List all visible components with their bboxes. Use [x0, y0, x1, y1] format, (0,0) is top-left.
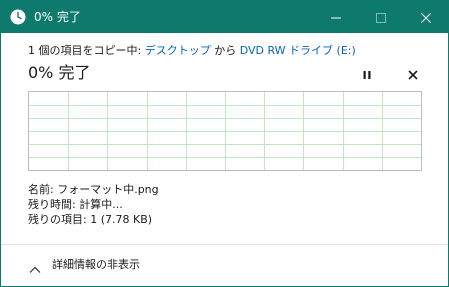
clock-icon	[9, 8, 27, 26]
name-label: 名前:	[28, 183, 58, 196]
close-icon	[420, 8, 431, 27]
transfer-speed-graph	[28, 91, 422, 171]
items-label: 残りの項目:	[28, 213, 91, 226]
copy-progress-window: 0% 完了 1 個の項目をコピー中: デスクトップ から DVD RW ドライブ…	[0, 0, 449, 287]
cancel-icon	[408, 65, 418, 84]
title-bar[interactable]: 0% 完了	[1, 1, 448, 33]
minimize-icon	[330, 8, 341, 27]
file-name-line: 名前: フォーマット中.png	[28, 183, 159, 197]
window-title: 0% 完了	[34, 10, 81, 24]
copy-source-line: 1 個の項目をコピー中: デスクトップ から DVD RW ドライブ (E:)	[28, 44, 356, 58]
destination-link[interactable]: DVD RW ドライブ (E:)	[240, 44, 356, 57]
maximize-icon	[375, 8, 386, 27]
footer-divider	[1, 244, 448, 245]
chevron-up-icon	[28, 260, 42, 273]
items-value: 1 (7.78 KB)	[90, 213, 153, 226]
copy-middle: から	[210, 44, 240, 57]
progress-title: 0% 完了	[28, 63, 91, 82]
cancel-button[interactable]	[403, 64, 423, 84]
time-value: 計算中...	[79, 198, 123, 211]
minimize-button[interactable]	[313, 1, 358, 33]
time-remaining-line: 残り時間: 計算中...	[28, 198, 123, 212]
name-value: フォーマット中.png	[57, 183, 159, 196]
time-label: 残り時間:	[28, 198, 80, 211]
source-link[interactable]: デスクトップ	[145, 44, 211, 57]
pause-button[interactable]	[357, 64, 377, 84]
items-remaining-line: 残りの項目: 1 (7.78 KB)	[28, 213, 152, 227]
graph-grid	[29, 92, 421, 170]
hide-details-toggle[interactable]: 詳細情報の非表示	[28, 256, 140, 274]
close-button[interactable]	[403, 1, 448, 33]
hide-details-label: 詳細情報の非表示	[52, 258, 140, 271]
pause-icon	[362, 65, 372, 84]
copy-prefix: 1 個の項目をコピー中:	[28, 44, 145, 57]
maximize-button[interactable]	[358, 1, 403, 33]
